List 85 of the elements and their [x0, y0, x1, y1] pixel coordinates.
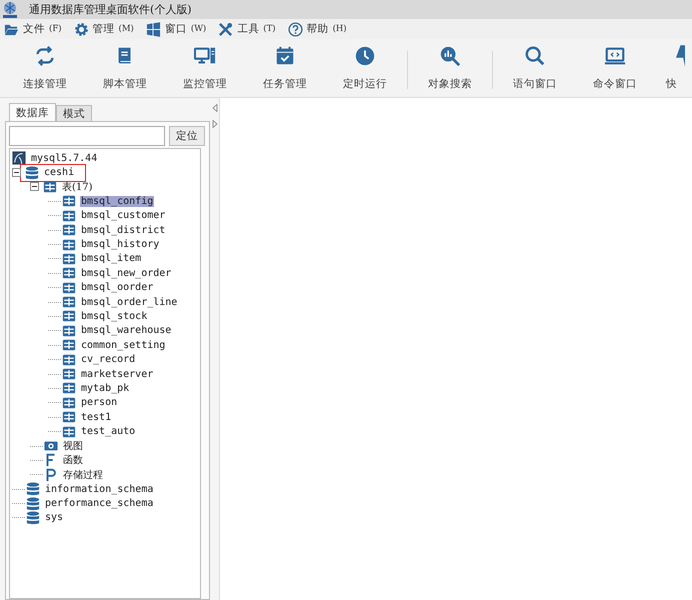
tree-item[interactable]: bmsql_item [80, 253, 142, 264]
table-icon [62, 295, 76, 310]
chart-search-icon [439, 45, 461, 67]
table-icon [62, 309, 76, 324]
window-title: 通用数据库管理桌面软件(个人版) [29, 2, 192, 17]
tree-item[interactable]: bmsql_stock [80, 310, 148, 322]
tree-item[interactable]: marketserver [80, 368, 154, 380]
table-icon [62, 381, 76, 396]
tree-item[interactable]: mytab_pk [80, 382, 130, 394]
menu-item[interactable]: 管理 (M) [74, 22, 134, 36]
view-icon [44, 439, 58, 453]
table-icon [62, 266, 76, 280]
server-icon [12, 151, 26, 166]
toolbar-button[interactable]: 对象搜索 [410, 39, 490, 97]
tools-icon [218, 22, 234, 36]
table-icon [62, 194, 76, 208]
help-icon [288, 22, 303, 36]
windows-icon [146, 22, 161, 36]
sync-icon [34, 45, 56, 67]
toolbar-button[interactable]: 语句窗口 [495, 39, 575, 97]
table-icon [62, 223, 76, 238]
tree-item[interactable]: cv_record [80, 354, 136, 366]
calendar-icon [274, 45, 296, 67]
table-icon [62, 410, 76, 424]
tab[interactable]: 数据库 [9, 103, 56, 121]
search-field[interactable] [9, 126, 165, 146]
database-icon [26, 496, 40, 511]
tree-item[interactable]: sys [44, 512, 64, 524]
laptop-icon [604, 45, 626, 67]
tab[interactable]: 模式 [56, 105, 92, 121]
table-icon [62, 280, 76, 295]
table-icon [62, 367, 76, 382]
tree-item[interactable]: mysql5.7.44 [30, 152, 98, 164]
tree-item[interactable]: performance_schema [44, 498, 154, 510]
settings-icon [74, 22, 89, 36]
table-icon [62, 352, 76, 367]
toolbar-button[interactable]: 脚本管理 [85, 39, 165, 97]
locate-button[interactable]: 定位 [169, 126, 205, 146]
menu-item[interactable]: 帮助 (H) [288, 22, 347, 36]
tree-item[interactable]: test_auto [80, 426, 136, 438]
tree-item[interactable]: bmsql_warehouse [80, 325, 172, 336]
toolbar-button[interactable]: 快 [655, 39, 692, 97]
table-icon [62, 424, 76, 439]
expand-right-icon[interactable] [212, 120, 218, 128]
table-icon [62, 396, 76, 410]
tree-item[interactable]: test1 [80, 412, 112, 423]
tree-item[interactable]: person [80, 397, 118, 408]
table-icon [62, 208, 76, 223]
tree-item[interactable]: ceshi [43, 167, 76, 178]
tree-item[interactable]: bmsql_config [80, 196, 154, 207]
tree-item[interactable]: 存储过程 [62, 468, 104, 482]
search-icon [524, 45, 546, 67]
table-icon [62, 338, 76, 352]
tree-item[interactable]: bmsql_new_order [80, 268, 172, 279]
tree-item[interactable]: bmsql_customer [80, 210, 166, 222]
toolbar-button[interactable]: 监控管理 [165, 39, 245, 97]
toolbar-button[interactable]: 连接管理 [5, 39, 85, 97]
clock-icon [354, 45, 376, 67]
tree-item[interactable]: common_setting [80, 340, 166, 351]
procedure-icon [44, 468, 58, 482]
tree-item[interactable]: information_schema [44, 484, 154, 495]
menu-item[interactable]: 窗口 (W) [146, 22, 206, 36]
collapse-left-icon[interactable] [212, 104, 218, 112]
tree-item[interactable]: bmsql_oorder [80, 282, 154, 294]
tree-item[interactable]: bmsql_history [80, 239, 160, 250]
tree-item[interactable]: bmsql_order_line [80, 296, 178, 308]
database-icon [25, 166, 39, 180]
tree-item[interactable]: 函数 [62, 453, 84, 468]
toolbar-button[interactable]: 命令窗口 [575, 39, 655, 97]
database-icon [26, 510, 40, 525]
app-logo [1, 0, 19, 18]
table-icon [62, 324, 76, 338]
tree-item[interactable]: 表(17) [61, 180, 94, 194]
menu-item[interactable]: 文件 (F) [4, 22, 62, 36]
menu-item[interactable]: 工具 (T) [218, 22, 276, 36]
table-icon [43, 180, 57, 194]
database-icon [26, 482, 40, 496]
collapse-icon[interactable] [12, 168, 21, 178]
toolbar-button[interactable]: 任务管理 [245, 39, 325, 97]
tree-item[interactable]: 视图 [62, 439, 84, 453]
toolbar-button[interactable]: 定时运行 [325, 39, 405, 97]
table-icon [62, 238, 76, 252]
collapse-icon[interactable] [30, 182, 39, 192]
table-icon [62, 252, 76, 266]
tree-item[interactable]: bmsql_district [80, 224, 166, 236]
